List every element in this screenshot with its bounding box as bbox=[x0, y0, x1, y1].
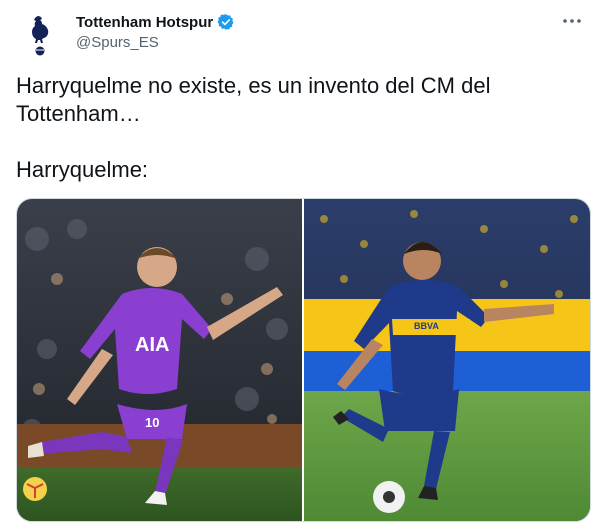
spurs-player-photo: AIA 10 bbox=[17, 199, 302, 521]
left-shirt-sponsor: AIA bbox=[135, 334, 169, 356]
cockerel-logo-icon bbox=[16, 10, 64, 58]
tweet-text-line: Harryquelme no existe, es un invento del… bbox=[16, 73, 491, 126]
tweet-text-line: Harryquelme: bbox=[16, 157, 149, 182]
left-shirt-number: 10 bbox=[145, 415, 159, 430]
more-options-icon bbox=[563, 19, 581, 23]
author-name[interactable]: Tottenham Hotspur bbox=[76, 14, 213, 31]
tweet-author: Tottenham Hotspur @Spurs_ES bbox=[76, 12, 235, 51]
more-options-button[interactable] bbox=[560, 12, 584, 30]
author-avatar[interactable] bbox=[16, 10, 64, 58]
right-shirt-sponsor: BBVA bbox=[414, 321, 439, 331]
author-handle[interactable]: @Spurs_ES bbox=[76, 34, 235, 51]
boca-player-photo: BBVA bbox=[304, 199, 590, 521]
media-photo-left[interactable]: AIA 10 bbox=[17, 199, 302, 521]
media-photo-right[interactable]: BBVA bbox=[304, 199, 590, 521]
tweet-text: Harryquelme no existe, es un invento del… bbox=[16, 72, 586, 184]
verified-badge-icon bbox=[217, 14, 234, 30]
tweet-media: AIA 10 BBVA bbox=[16, 198, 591, 522]
